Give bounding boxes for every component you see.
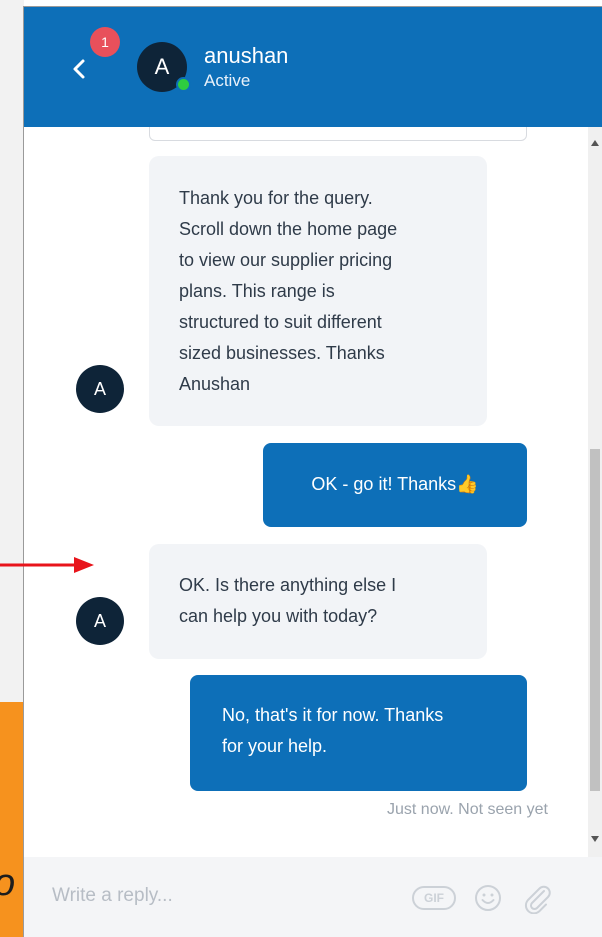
message-line: structured to suit different (179, 312, 382, 332)
agent-message: OK. Is there anything else I can help yo… (149, 544, 487, 659)
composer: GIF (24, 857, 602, 937)
previous-message-card (149, 127, 527, 141)
online-status-dot (176, 77, 191, 92)
scroll-thumb[interactable] (590, 449, 600, 791)
message-line: Thank you for the query. (179, 188, 373, 208)
message-list[interactable]: Thank you for the query. Scroll down the… (24, 127, 588, 857)
message-line: No, that's it for now. Thanks (222, 705, 444, 725)
smiley-icon (475, 885, 501, 911)
scroll-up-arrow-icon[interactable] (588, 137, 602, 149)
user-message: No, that's it for now. Thanks for your h… (190, 675, 527, 791)
chat-widget: 1 A anushan Active Thank you for the que… (23, 6, 602, 937)
scrollbar[interactable] (588, 127, 602, 857)
attach-button[interactable] (522, 882, 552, 915)
chat-header: 1 A anushan Active (24, 7, 602, 127)
agent-status: Active (204, 71, 251, 90)
message-line: Scroll down the home page (179, 219, 398, 239)
reply-input[interactable] (50, 875, 384, 917)
message-status: Just now. Not seen yet (387, 801, 548, 818)
message-line: plans. This range is (179, 281, 335, 301)
notification-badge: 1 (90, 27, 120, 57)
emoji-button[interactable] (474, 884, 502, 912)
agent-name: anushan (204, 43, 289, 68)
gif-button[interactable]: GIF (412, 886, 456, 910)
message-line: can help you with today? (179, 606, 378, 626)
message-line: OK - go it! Thanks👍 (311, 474, 479, 494)
annotation-arrow-icon (0, 557, 94, 573)
agent-avatar: A (76, 365, 124, 413)
scroll-down-arrow-icon[interactable] (588, 833, 602, 845)
agent-avatar: A (76, 597, 124, 645)
paperclip-icon (524, 885, 551, 915)
message-line: Anushan (179, 374, 251, 394)
message-line: for your help. (222, 736, 328, 756)
message-line: to view our supplier pricing (179, 250, 393, 270)
message-line: OK. Is there anything else I (179, 575, 397, 595)
user-message: OK - go it! Thanks👍 (263, 443, 527, 527)
message-line: sized businesses. Thanks (179, 343, 385, 363)
background-text: o (0, 862, 15, 905)
agent-message: Thank you for the query. Scroll down the… (149, 156, 487, 426)
back-button[interactable] (68, 54, 92, 84)
chevron-left-icon (73, 59, 85, 79)
